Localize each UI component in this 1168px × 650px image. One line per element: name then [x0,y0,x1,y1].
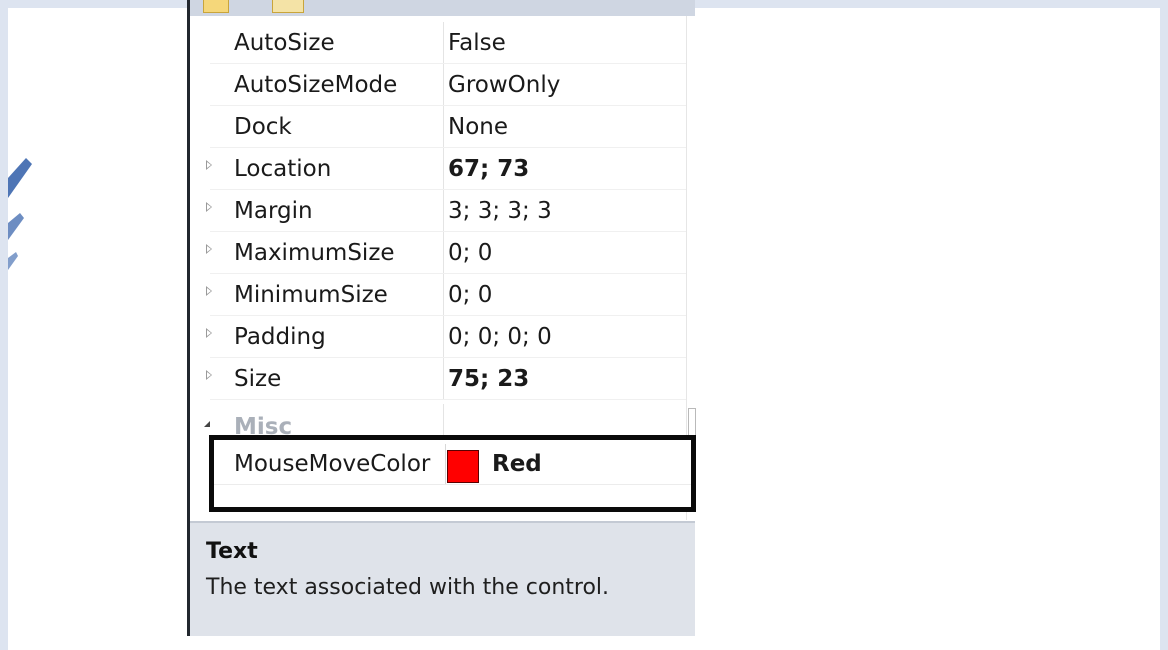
property-value[interactable]: None [448,106,508,148]
decorative-stripe-graphic [8,158,32,270]
expand-arrow-icon[interactable] [206,328,212,338]
column-divider [443,316,444,358]
column-divider [443,358,444,400]
property-row-margin[interactable]: Margin 3; 3; 3; 3 [190,190,686,232]
column-divider [445,444,446,484]
column-divider [443,274,444,316]
property-value[interactable]: 0; 0; 0; 0 [448,316,552,358]
expand-arrow-icon[interactable] [206,244,212,254]
property-name: Margin [234,198,313,224]
column-divider [443,148,444,190]
column-divider [443,106,444,148]
property-name: Size [234,366,282,392]
property-name: Dock [234,114,292,140]
expand-arrow-icon[interactable] [206,160,212,170]
row-separator [210,399,686,400]
property-value[interactable]: 67; 73 [448,148,529,190]
property-value[interactable]: 0; 0 [448,274,492,316]
description-panel: Text The text associated with the contro… [190,523,695,636]
property-row-autosize[interactable]: AutoSize False [190,22,686,64]
property-value[interactable]: False [448,22,506,64]
property-row-size[interactable]: Size 75; 23 [190,358,686,400]
collapse-arrow-icon[interactable] [204,421,210,427]
property-value[interactable]: 3; 3; 3; 3 [448,190,552,232]
property-row-autosizemode[interactable]: AutoSizeMode GrowOnly [190,64,686,106]
expand-arrow-icon[interactable] [206,370,212,380]
expand-arrow-icon[interactable] [206,286,212,296]
property-name: AutoSize [234,30,335,56]
property-value[interactable]: 75; 23 [448,358,529,400]
property-row-padding[interactable]: Padding 0; 0; 0; 0 [190,316,686,358]
column-divider [443,64,444,106]
column-divider [443,22,444,64]
color-swatch[interactable] [447,450,479,483]
categorized-view-button[interactable] [203,0,229,13]
property-name: MinimumSize [234,282,388,308]
column-divider [443,232,444,274]
row-separator [214,484,691,485]
property-value[interactable]: 0; 0 [448,232,492,274]
property-row-mousemovecolor[interactable]: MouseMoveColor Red [214,444,691,484]
property-row-dock[interactable]: Dock None [190,106,686,148]
highlighted-property-box: MouseMoveColor Red [209,435,696,512]
property-name: MouseMoveColor [234,451,431,477]
property-row-maximumsize[interactable]: MaximumSize 0; 0 [190,232,686,274]
expand-arrow-icon[interactable] [206,202,212,212]
property-row-location[interactable]: Location 67; 73 [190,148,686,190]
property-grid-toolbar [190,0,695,16]
column-divider [443,190,444,232]
property-row-minimumsize[interactable]: MinimumSize 0; 0 [190,274,686,316]
property-name: Padding [234,324,326,350]
alphabetical-view-button[interactable] [272,0,304,13]
property-name: MaximumSize [234,240,395,266]
property-value[interactable]: Red [492,444,542,484]
description-title: Text [206,539,258,564]
property-name: Location [234,156,332,182]
property-name: AutoSizeMode [234,72,398,98]
property-value[interactable]: GrowOnly [448,64,560,106]
description-text: The text associated with the control. [206,575,610,600]
